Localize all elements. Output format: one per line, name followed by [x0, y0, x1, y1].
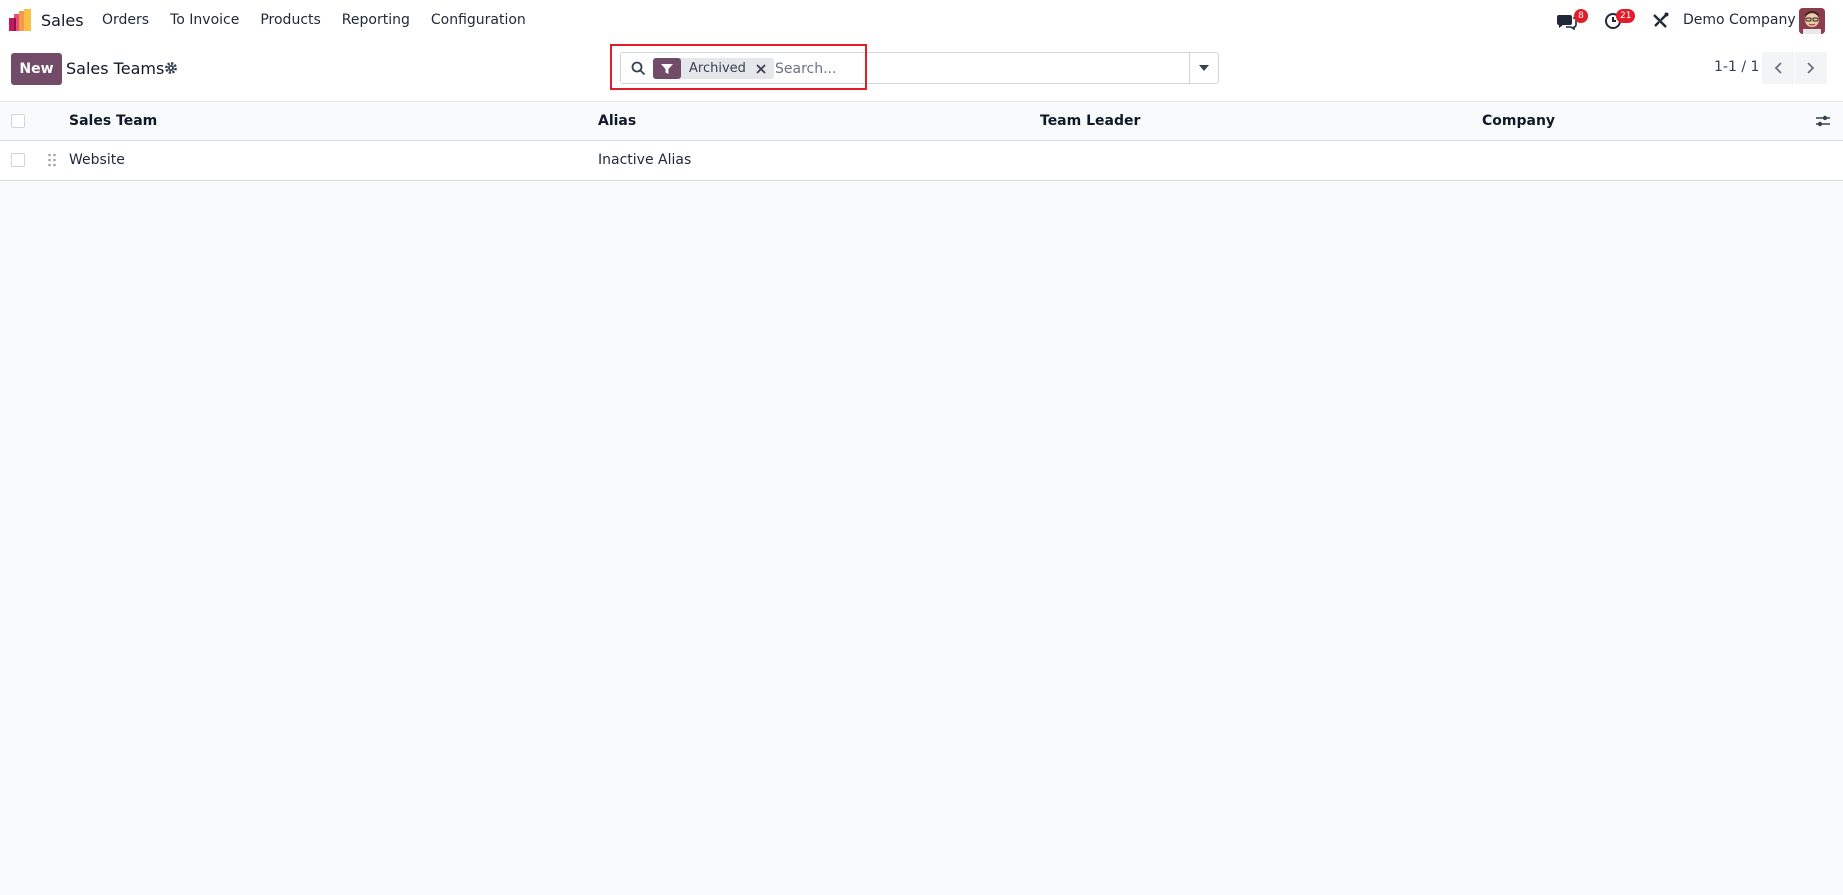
menu-item-products[interactable]: Products — [260, 12, 320, 28]
table-row[interactable]: Website Inactive Alias — [0, 141, 1843, 181]
sales-teams-list: Sales Team Alias Team Leader Company Web… — [0, 102, 1843, 181]
menu-item-configuration[interactable]: Configuration — [431, 12, 526, 28]
sales-app-icon[interactable] — [9, 9, 33, 31]
chevron-left-icon — [1774, 62, 1782, 74]
cell-alias: Inactive Alias — [598, 152, 692, 168]
optional-columns-icon[interactable] — [1815, 114, 1831, 128]
search-options-toggle[interactable] — [1189, 52, 1219, 84]
chevron-right-icon — [1807, 62, 1815, 74]
row-checkbox[interactable] — [11, 153, 25, 167]
search-input[interactable] — [775, 59, 1155, 79]
column-header-team-leader[interactable]: Team Leader — [1040, 113, 1140, 129]
user-avatar[interactable] — [1799, 8, 1825, 34]
drag-handle-icon[interactable] — [47, 153, 57, 167]
menu-item-reporting[interactable]: Reporting — [342, 12, 410, 28]
select-all-checkbox[interactable] — [11, 114, 25, 128]
app-name[interactable]: Sales — [41, 11, 84, 30]
facet-label: Archived — [689, 61, 746, 76]
messages-badge: 8 — [1574, 9, 1588, 23]
close-icon[interactable] — [754, 62, 768, 76]
top-navbar: Sales Orders To Invoice Products Reporti… — [0, 0, 1843, 42]
new-button[interactable]: New — [11, 53, 62, 85]
column-header-company[interactable]: Company — [1482, 113, 1555, 129]
user-avatar-icon — [1799, 8, 1825, 34]
search-bar[interactable]: Archived — [620, 52, 1190, 84]
pager-previous-button[interactable] — [1762, 52, 1794, 84]
gear-icon[interactable] — [164, 61, 178, 75]
column-header-sales-team[interactable]: Sales Team — [69, 113, 157, 129]
company-switcher[interactable]: Demo Company — [1683, 12, 1796, 28]
menu-item-to-invoice[interactable]: To Invoice — [170, 12, 239, 28]
search-icon[interactable] — [631, 61, 646, 76]
menu-item-orders[interactable]: Orders — [102, 12, 149, 28]
column-header-alias[interactable]: Alias — [598, 113, 636, 129]
cell-sales-team: Website — [69, 152, 125, 168]
breadcrumb: Sales Teams — [66, 59, 165, 78]
debug-tools-icon[interactable] — [1651, 12, 1671, 30]
main-menu: Orders To Invoice Products Reporting Con… — [102, 12, 526, 28]
table-header: Sales Team Alias Team Leader Company — [0, 102, 1843, 141]
pager-value[interactable]: 1-1 / 1 — [1714, 59, 1759, 75]
search-facet-archived: Archived — [653, 58, 774, 79]
pager-next-button[interactable] — [1795, 52, 1827, 84]
activities-badge: 21 — [1616, 9, 1636, 23]
filter-icon — [653, 58, 681, 79]
control-panel: New Sales Teams Archived 1-1 / 1 — [0, 42, 1843, 102]
caret-down-icon — [1199, 65, 1209, 71]
